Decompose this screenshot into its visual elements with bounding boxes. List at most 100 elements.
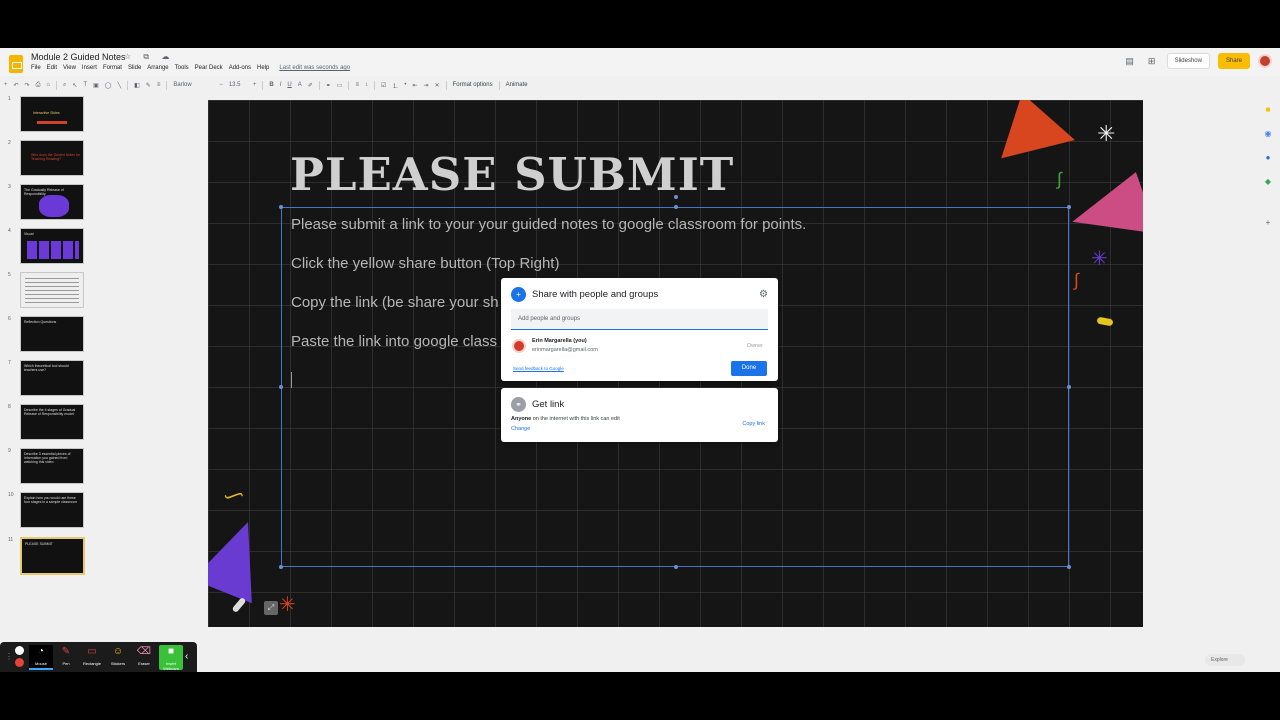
comment-icon[interactable]: ▭ [337, 82, 343, 89]
add-slide-icon[interactable]: + [4, 82, 8, 88]
slide-text-line-3[interactable]: Copy the link (be share your sh [291, 294, 499, 311]
comment-history-icon[interactable]: ▤ [1123, 54, 1137, 68]
white-pill-shape[interactable] [231, 596, 247, 614]
menu-edit[interactable]: Edit [47, 65, 57, 71]
stickers-tool[interactable]: ☺ Stickers [106, 645, 130, 670]
change-access-link[interactable]: Change [511, 426, 530, 432]
slide-thumbnail[interactable]: The Gradually Release of Responsibility [20, 184, 84, 220]
slide-thumbnail[interactable]: Interactive Slides [20, 96, 84, 132]
drag-handle-icon[interactable]: ⋮ [5, 652, 13, 661]
done-button[interactable]: Done [731, 361, 767, 376]
menu-insert[interactable]: Insert [82, 65, 97, 71]
send-feedback-link[interactable]: Send feedback to Google [513, 366, 564, 371]
resize-handle[interactable] [674, 565, 678, 569]
star-move-cloud-icons[interactable]: ☆ ⧉ ☁ [124, 52, 174, 62]
orange-star-icon[interactable]: ✳ [279, 592, 296, 617]
slide-thumbnail[interactable] [20, 272, 84, 308]
resize-handle[interactable] [1067, 205, 1071, 209]
purple-star-icon[interactable]: ✳ [1091, 246, 1108, 271]
add-people-input[interactable]: Add people and groups [511, 309, 768, 330]
menu-pear-deck[interactable]: Pear Deck [195, 65, 223, 71]
shape-icon[interactable]: ◯ [105, 82, 112, 89]
purple-triangle-shape[interactable] [208, 510, 280, 604]
decrease-indent-icon[interactable]: ⇤ [413, 82, 418, 89]
share-button[interactable]: Share [1217, 53, 1250, 69]
pause-icon[interactable] [15, 646, 24, 655]
smart-compose-icon[interactable]: ⤢ [264, 601, 278, 615]
resize-handle[interactable] [674, 205, 678, 209]
resize-handle[interactable] [1067, 385, 1071, 389]
rotate-handle[interactable] [674, 195, 678, 199]
resize-handle[interactable] [1067, 565, 1071, 569]
animate-button[interactable]: Animate [506, 82, 528, 88]
increase-indent-icon[interactable]: ⇥ [424, 82, 429, 89]
link-icon[interactable]: ⚭ [326, 82, 331, 89]
slide-thumbnail[interactable]: Visual [20, 228, 84, 264]
slideshow-button[interactable]: Slideshow [1166, 53, 1210, 69]
italic-icon[interactable]: I [280, 82, 282, 88]
font-size-decrease[interactable]: − [219, 82, 223, 88]
menu-tools[interactable]: Tools [175, 65, 189, 71]
slide-thumbnail[interactable]: Who does the Guided Notes for Teaching R… [20, 140, 84, 176]
keep-icon[interactable]: ■ [1263, 105, 1273, 115]
pen-tool[interactable]: ✎ Pen [54, 645, 78, 670]
highlight-icon[interactable]: ✐ [308, 82, 313, 89]
select-icon[interactable]: ↖ [72, 82, 77, 89]
resize-handle[interactable] [279, 385, 283, 389]
slide-thumbnail[interactable]: Describe the 4 stages of Gradual Release… [20, 404, 84, 440]
account-avatar[interactable] [1258, 54, 1272, 68]
border-weight-icon[interactable]: ≡ [157, 82, 161, 88]
zoom-icon[interactable]: ⌕ [63, 82, 66, 89]
last-edit-link[interactable]: Last edit was seconds ago [279, 65, 350, 71]
menu-arrange[interactable]: Arrange [147, 65, 168, 71]
get-link-panel[interactable]: ⚭ Get link Anyone on the internet with t… [501, 388, 778, 442]
font-size-increase[interactable]: + [253, 82, 257, 88]
explore-button[interactable]: Explore [1205, 654, 1245, 666]
image-icon[interactable]: ▣ [93, 82, 99, 89]
menu-add-ons[interactable]: Add-ons [229, 65, 251, 71]
clear-formatting-icon[interactable]: ✕ [435, 82, 440, 89]
menu-file[interactable]: File [31, 65, 41, 71]
paint-format-icon[interactable]: ⌂ [46, 82, 50, 88]
menu-slide[interactable]: Slide [128, 65, 141, 71]
yellow-pill-shape[interactable] [1096, 316, 1114, 327]
white-star-icon[interactable]: ✳ [1097, 121, 1115, 147]
mouse-tool[interactable]: ◔ Mouse [29, 645, 53, 670]
menu-format[interactable]: Format [103, 65, 122, 71]
copy-link-button[interactable]: Copy link [742, 421, 765, 427]
text-box-icon[interactable]: T [83, 82, 87, 88]
tasks-icon[interactable]: ◉ [1263, 129, 1273, 139]
font-select[interactable]: Barlow [173, 82, 213, 88]
undo-icon[interactable]: ↶ [14, 82, 19, 89]
maps-icon[interactable]: ◆ [1263, 177, 1273, 187]
redo-icon[interactable]: ↷ [25, 82, 30, 89]
slide-thumbnail[interactable]: Which theoretical tool should teachers u… [20, 360, 84, 396]
pink-triangle-shape[interactable] [1072, 164, 1143, 234]
checklist-icon[interactable]: ☑ [381, 82, 386, 89]
yellow-squiggle-icon[interactable]: ∫ [224, 490, 245, 502]
align-icon[interactable]: ≡ [355, 82, 359, 88]
eraser-tool[interactable]: ⌫ Eraser [132, 645, 156, 670]
underline-icon[interactable]: U [287, 82, 291, 88]
insert-webcam-tool[interactable]: ■ Insert Webcam [159, 645, 183, 671]
line-spacing-icon[interactable]: ↕ [365, 82, 368, 88]
resize-handle[interactable] [279, 205, 283, 209]
menu-view[interactable]: View [63, 65, 76, 71]
add-on-icon[interactable]: + [1263, 218, 1273, 228]
slide-thumbnail[interactable]: Describe 3 essential pieces of informati… [20, 448, 84, 484]
collapse-chevron-icon[interactable]: ‹ [185, 651, 188, 662]
rectangle-tool[interactable]: ▭ Rectangle [80, 645, 104, 670]
fill-color-icon[interactable]: ◧ [134, 82, 140, 89]
contacts-icon[interactable]: ● [1263, 153, 1273, 163]
slide-thumbnail-selected[interactable]: PLEASE SUBMIT [20, 537, 85, 575]
border-color-icon[interactable]: ✎ [146, 82, 151, 89]
orange-triangle-shape[interactable] [987, 100, 1075, 159]
line-icon[interactable]: ╲ [117, 82, 121, 89]
present-to-meeting-icon[interactable]: ⊞ [1145, 54, 1159, 68]
format-options-button[interactable]: Format options [453, 82, 493, 88]
slide-thumbnail[interactable]: Reflection Questions [20, 316, 84, 352]
slides-logo-icon[interactable] [9, 55, 23, 73]
orange-squiggle-icon[interactable]: ∫ [1074, 270, 1079, 291]
slide-text-line-4[interactable]: Paste the link into google class [291, 333, 497, 350]
document-title[interactable]: Module 2 Guided Notes [31, 52, 126, 62]
